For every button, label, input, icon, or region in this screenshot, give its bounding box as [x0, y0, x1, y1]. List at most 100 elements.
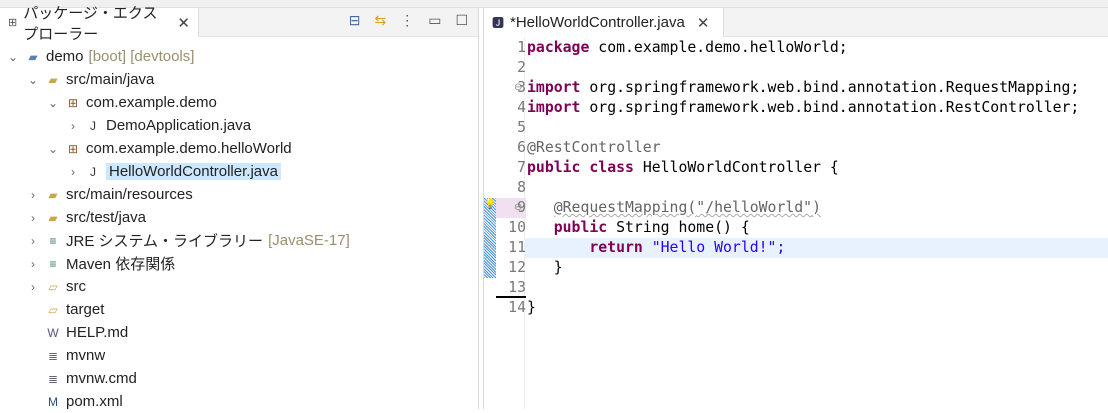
fold-toggle-icon[interactable]: ⊖ [514, 202, 522, 213]
code-token: import [527, 79, 581, 96]
tree-item-label: Maven 依存関係 [66, 256, 176, 273]
close-icon[interactable]: ✕ [697, 14, 710, 32]
tree-item-label: src [66, 278, 86, 295]
folder-icon: ▱ [48, 279, 58, 294]
close-icon[interactable]: ✕ [177, 14, 190, 32]
chevron-down-icon[interactable]: ⌄ [46, 142, 60, 156]
chevron-down-icon[interactable]: ⌄ [6, 50, 20, 64]
chevron-right-icon[interactable]: › [26, 188, 40, 202]
text-file-icon: ≣ [47, 348, 59, 363]
editor-pane: 🅹 *HelloWorldController.java ✕ 💡 1 package… [483, 8, 1108, 409]
tree-item[interactable]: › J HelloWorldController.java [66, 160, 281, 183]
tab-label: パッケージ・エクスプローラー [23, 4, 158, 43]
editor-tabbar: 🅹 *HelloWorldController.java ✕ [484, 8, 1108, 37]
tree-item[interactable]: › ▱ src [26, 275, 86, 298]
line-number: 6 [517, 139, 526, 156]
fold-toggle-icon[interactable]: ⊖ [514, 82, 522, 93]
line-number: 10 [508, 219, 526, 236]
markdown-file-icon: W [47, 325, 59, 340]
chevron-right-icon[interactable]: › [26, 211, 40, 225]
toolbar-strip [0, 0, 1108, 8]
line-number: 1 [517, 39, 526, 56]
tree-item[interactable]: › ≡ JRE システム・ライブラリー [JavaSE-17] [26, 229, 350, 252]
package-explorer: ⊞ パッケージ・エクスプローラー ✕ ⊟ ⇆ ⋮ ▭ ☐ ⌄ ▰ demo [boo… [0, 5, 479, 410]
library-icon: ≡ [49, 256, 57, 271]
code-line: package com.example.demo.helloWorld; [527, 38, 848, 58]
tree-item-label: target [66, 301, 105, 318]
source-folder-icon: ▰ [48, 187, 58, 202]
line-number: 5 [517, 119, 526, 136]
tree-item[interactable]: ≣ mvnw.cmd [26, 367, 137, 390]
tree-item[interactable]: ⌄ ▰ src/main/java [26, 68, 154, 91]
java-file-icon: J [90, 164, 96, 179]
tree-item-decoration: [boot] [devtools] [88, 48, 195, 65]
code-token: @RestController [527, 139, 661, 156]
tree-item-label: com.example.demo [86, 94, 217, 111]
tree-item[interactable]: ⌄ ⊞ com.example.demo.helloWorld [46, 137, 292, 160]
tab-hello-world-controller[interactable]: 🅹 *HelloWorldController.java ✕ [484, 8, 724, 37]
chevron-down-icon[interactable]: ⌄ [26, 73, 40, 87]
tree-item[interactable]: W HELP.md [26, 321, 128, 344]
line-number: 8 [517, 179, 526, 196]
quick-fix-lightbulb-icon[interactable]: 💡 [484, 199, 496, 210]
code-token: "Hello World!"; [651, 239, 786, 256]
code-line: @RestController [527, 138, 661, 158]
library-icon: ≡ [49, 233, 57, 248]
tree-item-label: src/test/java [66, 209, 147, 226]
tree-item-label: pom.xml [66, 393, 123, 410]
tree-item[interactable]: ▱ target [26, 298, 104, 321]
view-menu-icon[interactable]: ⋮ [400, 12, 414, 29]
code-token: org.springframework.web.bind.annotation.… [589, 99, 1080, 116]
source-folder-icon: ▰ [48, 210, 58, 225]
maximize-icon[interactable]: ☐ [455, 12, 468, 29]
tree-item[interactable]: ⌄ ⊞ com.example.demo [46, 91, 217, 114]
chevron-right-icon[interactable]: › [26, 234, 40, 248]
line-number: 12 [508, 259, 526, 276]
tab-package-explorer[interactable]: ⊞ パッケージ・エクスプローラー ✕ [0, 5, 199, 43]
minimize-icon[interactable]: ▭ [428, 12, 441, 29]
tree-item-label: com.example.demo.helloWorld [86, 140, 292, 157]
tree-item[interactable]: › ▰ src/test/java [26, 206, 146, 229]
tree-item-label: mvnw [66, 347, 106, 364]
chevron-right-icon[interactable]: › [66, 119, 80, 133]
tree-item[interactable]: ≣ mvnw [26, 344, 105, 367]
tree-item[interactable]: › J DemoApplication.java [66, 114, 251, 137]
tree-item-label: HELP.md [66, 324, 129, 341]
code-token: String home() { [616, 219, 750, 236]
tree-item[interactable]: ⌄ ▰ demo [boot] [devtools] [6, 45, 194, 68]
chevron-right-icon[interactable]: › [66, 165, 80, 179]
java-file-icon: 🅹 [492, 16, 505, 30]
tree-item[interactable]: › ▰ src/main/resources [26, 183, 193, 206]
tree-item-label: HelloWorldController.java [106, 163, 281, 180]
code-token: import [527, 99, 581, 116]
collapse-all-icon[interactable]: ⊟ [349, 12, 361, 29]
code-line: public String home() { [527, 218, 750, 238]
code-token: } [527, 259, 563, 276]
chevron-right-icon[interactable]: › [26, 257, 40, 271]
chevron-down-icon[interactable]: ⌄ [46, 96, 60, 110]
chevron-right-icon[interactable]: › [26, 280, 40, 294]
code-token: com.example.demo.helloWorld; [598, 39, 848, 56]
line-number: 13 [496, 278, 526, 298]
tree-item[interactable]: Mpom.xml [26, 390, 123, 413]
folder-icon: ▱ [48, 302, 58, 317]
code-token: class [589, 159, 634, 176]
package-icon: ⊞ [67, 141, 79, 156]
tree-item-label: JRE システム・ライブラリー [66, 233, 264, 250]
code-token: @RequestMapping("/helloWorld") [553, 199, 822, 216]
tree-item-label: src/main/resources [66, 186, 193, 203]
tree-item[interactable]: › ≡ Maven 依存関係 [26, 252, 175, 275]
text-file-icon: ≣ [47, 371, 59, 386]
link-with-editor-icon[interactable]: ⇆ [374, 12, 386, 29]
code-line: return "Hello World!"; [527, 238, 785, 258]
code-token: HelloWorldController { [642, 159, 839, 176]
code-line: public class HelloWorldController { [527, 158, 839, 178]
maven-pom-icon: M [48, 394, 58, 409]
tree-item-label: mvnw.cmd [66, 370, 137, 387]
tab-label: *HelloWorldController.java [510, 14, 685, 31]
code-token: public [527, 159, 581, 176]
code-token: org.springframework.web.bind.annotation.… [589, 79, 1080, 96]
line-number: 11 [508, 239, 526, 256]
